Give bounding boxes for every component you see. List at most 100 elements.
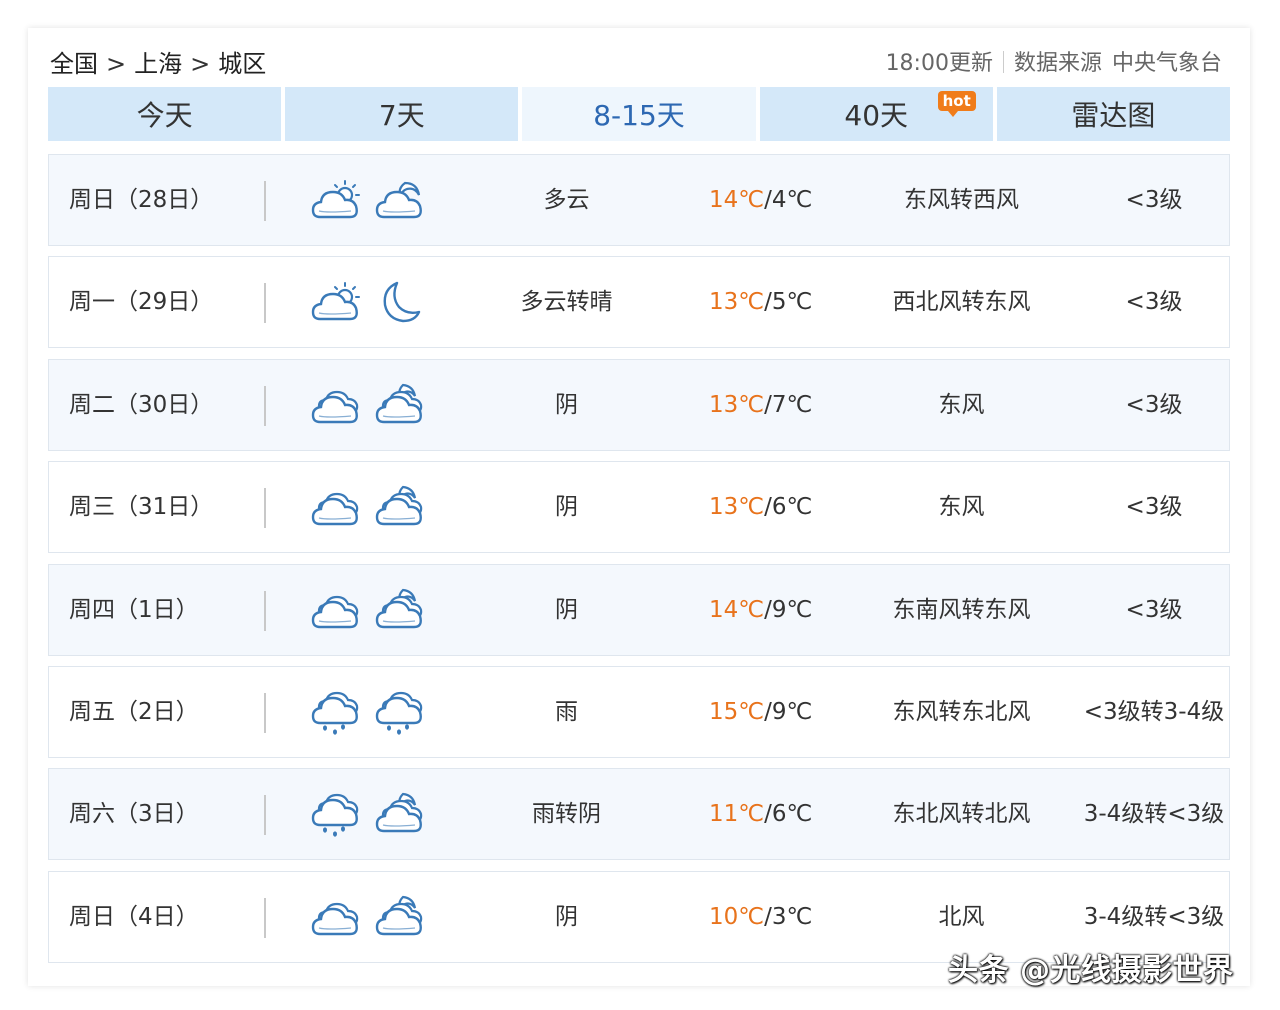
overcast-moon-icon <box>375 383 423 423</box>
moon-icon <box>383 282 421 323</box>
cloud-sun-icon <box>311 282 360 321</box>
weather-icons <box>311 872 431 962</box>
forecast-row: 周一（29日） 多云转晴 13℃/5℃ 西北风转东风 <3级 <box>48 256 1230 349</box>
breadcrumb: 全国 > 上海 > 城区 <box>50 46 266 82</box>
weather-condition: 多云 <box>543 187 590 213</box>
rain-icon <box>375 691 423 735</box>
temp-slash: / <box>764 596 772 623</box>
breadcrumb-district: 城区 <box>218 50 267 78</box>
wind-level: <3级转3-4级 <box>1083 698 1225 725</box>
forecast-row: 周三（31日） 阴 13℃/6℃ 东风 <3级 <box>48 461 1230 554</box>
overcast-icon <box>311 493 359 526</box>
hot-badge: hot <box>937 91 976 117</box>
temperature: 13℃/7℃ <box>709 360 819 450</box>
divider <box>1002 51 1004 73</box>
temp-slash: / <box>764 289 772 316</box>
day-date: 周一（29日） <box>69 289 214 316</box>
source-label: 数据来源 <box>1013 51 1102 76</box>
temp-slash: / <box>764 698 772 725</box>
tab-today[interactable]: 今天 <box>48 87 282 141</box>
column-divider <box>264 897 266 938</box>
data-source: 18:00更新 数据来源 中央气象台 <box>886 46 1222 82</box>
temp-slash: / <box>764 903 772 930</box>
overcast-moon-icon <box>375 793 423 833</box>
high-temp: 11℃ <box>709 801 765 828</box>
low-temp: 9℃ <box>771 596 813 623</box>
day-date: 周日（4日） <box>69 903 199 930</box>
column-divider <box>264 590 266 631</box>
temperature: 14℃/4℃ <box>709 155 819 245</box>
breadcrumb-separator: > <box>106 50 127 78</box>
weather-card: 全国 > 上海 > 城区 18:00更新 数据来源 中央气象台 今天 7天 8-15天 40… <box>28 28 1250 986</box>
tab-8-15-days[interactable]: 8-15天 <box>522 87 756 141</box>
wind-direction: 东风转西风 <box>904 187 1019 213</box>
tab-label: 雷达图 <box>1071 99 1156 132</box>
weather-condition: 阴 <box>555 903 578 930</box>
forecast-list: 周日（28日） 多云 14℃/4℃ 东风转西风 <3级 周一（29日） 多云转晴… <box>48 154 1230 973</box>
rain-icon <box>311 691 359 735</box>
tab-label: 7天 <box>378 99 425 132</box>
high-temp: 10℃ <box>709 903 765 930</box>
forecast-tabs: 今天 7天 8-15天 40天 hot 雷达图 <box>48 87 1231 141</box>
high-temp: 14℃ <box>709 596 765 623</box>
forecast-row: 周四（1日） 阴 14℃/9℃ 东南风转东风 <3级 <box>48 563 1230 656</box>
column-divider <box>264 488 266 529</box>
day-date: 周二（30日） <box>69 391 214 418</box>
tab-40-days[interactable]: 40天 hot <box>759 87 993 141</box>
high-temp: 14℃ <box>709 187 765 213</box>
wind-level: <3级 <box>1125 289 1183 316</box>
wind-direction: 东风 <box>938 391 985 418</box>
day-date: 周日（28日） <box>69 187 214 213</box>
overcast-moon-icon <box>375 895 423 935</box>
wind-direction: 西北风转东风 <box>892 289 1031 316</box>
low-temp: 6℃ <box>771 494 813 521</box>
temperature: 14℃/9℃ <box>709 565 819 655</box>
temp-slash: / <box>764 187 772 213</box>
temp-slash: / <box>764 801 772 828</box>
update-time: 18:00更新 <box>885 51 993 76</box>
column-divider <box>264 181 266 221</box>
day-date: 周三（31日） <box>69 494 214 521</box>
weather-condition: 雨 <box>555 698 578 725</box>
low-temp: 4℃ <box>771 187 813 213</box>
watermark: 头条 @光线摄影世界 <box>948 953 1234 988</box>
temp-slash: / <box>764 391 772 418</box>
breadcrumb-country[interactable]: 全国 <box>50 46 98 82</box>
weather-icons <box>311 565 431 655</box>
column-divider <box>264 795 266 836</box>
source-org: 中央气象台 <box>1111 51 1222 76</box>
weather-condition: 阴 <box>555 494 578 521</box>
day-date: 周四（1日） <box>69 596 199 623</box>
wind-level: 3-4级转<3级 <box>1083 801 1225 828</box>
column-divider <box>264 385 266 426</box>
temperature: 10℃/3℃ <box>709 872 819 962</box>
column-divider <box>264 692 266 733</box>
breadcrumb-city[interactable]: 上海 <box>134 46 182 82</box>
wind-level: <3级 <box>1125 596 1183 623</box>
temp-slash: / <box>764 494 772 521</box>
rain-icon <box>311 794 359 837</box>
tab-radar[interactable]: 雷达图 <box>996 87 1231 141</box>
forecast-row: 周六（3日） 雨转阴 11℃/6℃ 东北风转北风 3-4级转<3级 <box>48 768 1230 861</box>
wind-direction: 东北风转北风 <box>892 801 1031 828</box>
overcast-icon <box>311 902 359 935</box>
temperature: 11℃/6℃ <box>709 769 819 859</box>
tab-7-days[interactable]: 7天 <box>285 87 519 141</box>
tab-label: 40天 <box>844 99 909 132</box>
overcast-icon <box>311 595 359 628</box>
forecast-row: 周二（30日） 阴 13℃/7℃ 东风 <3级 <box>48 358 1230 451</box>
tab-label: 8-15天 <box>593 99 685 132</box>
forecast-row: 周五（2日） 雨 15℃/9℃ 东风转东北风 <3级转3-4级 <box>48 665 1230 758</box>
weather-icons <box>311 769 431 859</box>
day-date: 周六（3日） <box>69 801 199 828</box>
weather-icons <box>311 462 431 552</box>
wind-direction: 东南风转东风 <box>892 596 1031 623</box>
low-temp: 5℃ <box>771 289 813 316</box>
low-temp: 9℃ <box>771 698 813 725</box>
wind-level: <3级 <box>1125 187 1183 213</box>
weather-condition: 多云转晴 <box>520 289 613 316</box>
low-temp: 6℃ <box>771 801 813 828</box>
low-temp: 3℃ <box>771 903 813 930</box>
high-temp: 13℃ <box>709 391 765 418</box>
weather-icons <box>311 360 431 450</box>
